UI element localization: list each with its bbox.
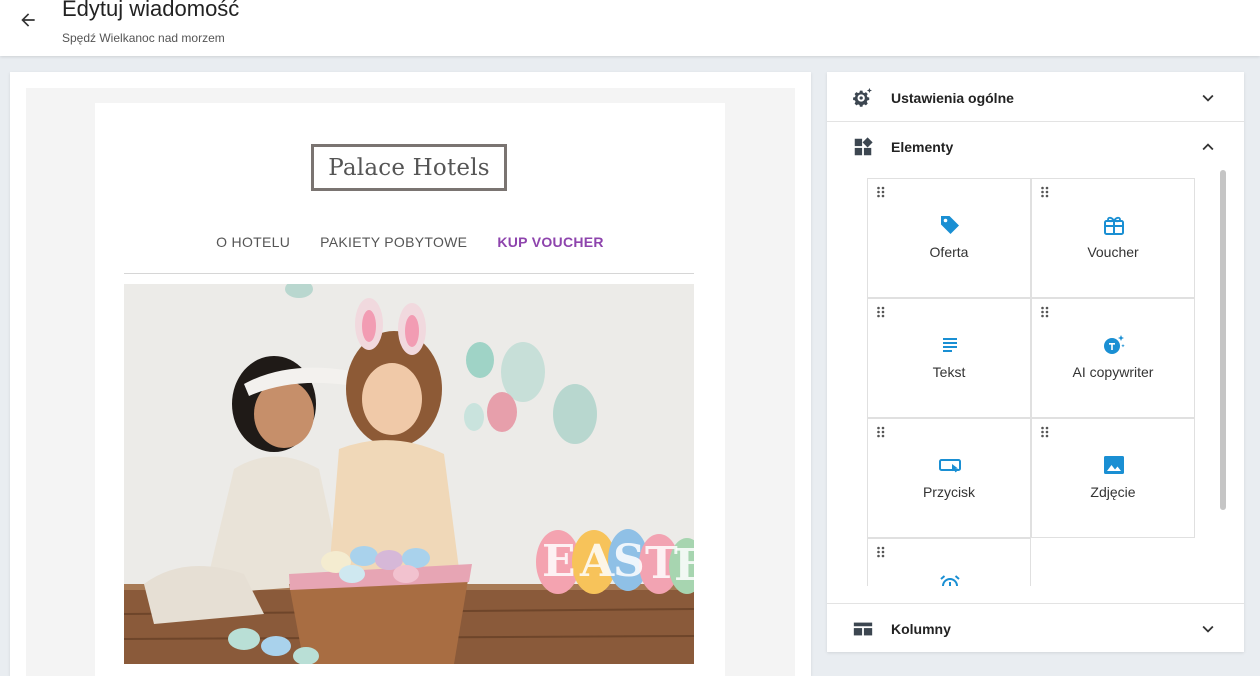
columns-layout-icon — [852, 618, 874, 640]
section-general-settings-label: Ustawienia ogólne — [891, 89, 1014, 106]
chevron-down-icon — [1197, 87, 1219, 109]
element-tile-image[interactable]: Zdjęcie — [1031, 418, 1195, 538]
svg-text:E: E — [542, 536, 576, 587]
drag-handle-icon[interactable] — [876, 185, 886, 198]
drag-handle-icon[interactable] — [1040, 305, 1050, 318]
logo-text: Palace Hotels — [328, 154, 490, 181]
ai-sparkle-icon — [1102, 333, 1126, 357]
element-tile-text[interactable]: Tekst — [867, 298, 1031, 418]
element-tile-voucher[interactable]: Voucher — [1031, 178, 1195, 298]
drag-handle-icon[interactable] — [876, 425, 886, 438]
chevron-up-icon — [1197, 136, 1219, 158]
drag-handle-icon[interactable] — [876, 545, 886, 558]
section-elements[interactable]: Elementy — [827, 122, 1244, 171]
page-subtitle: Spędź Wielkanoc nad morzem — [62, 31, 225, 45]
hotel-logo: Palace Hotels — [311, 144, 507, 191]
element-tile-label: AI copywriter — [1072, 364, 1154, 380]
alarm-clock-icon — [938, 573, 962, 586]
back-arrow-icon[interactable] — [16, 8, 40, 32]
editor-side-panel: Ustawienia ogólne Elementy Oferta Vouche… — [827, 72, 1244, 652]
gear-sparkle-icon — [852, 87, 874, 109]
email-nav: O HOTELU PAKIETY POBYTOWE KUP VOUCHER — [95, 234, 725, 250]
email-nav-kup-voucher[interactable]: KUP VOUCHER — [497, 234, 604, 250]
button-click-icon — [938, 453, 962, 477]
element-tile-ai-copywriter[interactable]: AI copywriter — [1031, 298, 1195, 418]
email-preview-panel: Palace Hotels O HOTELU PAKIETY POBYTOWE … — [10, 72, 811, 676]
preview-canvas: Palace Hotels O HOTELU PAKIETY POBYTOWE … — [26, 88, 795, 676]
email-body[interactable]: Palace Hotels O HOTELU PAKIETY POBYTOWE … — [95, 103, 725, 676]
section-columns[interactable]: Kolumny — [827, 604, 1244, 653]
element-tile-countdown[interactable] — [867, 538, 1031, 586]
hero-image: E A S T E — [124, 284, 694, 664]
section-columns-label: Kolumny — [891, 620, 951, 637]
top-bar: Edytuj wiadomość Spędź Wielkanoc nad mor… — [0, 0, 1260, 56]
tag-icon — [938, 213, 962, 237]
section-elements-label: Elementy — [891, 138, 954, 155]
elements-scrollbar[interactable] — [1220, 170, 1226, 510]
page-title: Edytuj wiadomość — [62, 0, 240, 21]
drag-handle-icon[interactable] — [876, 305, 886, 318]
widgets-icon — [852, 136, 874, 158]
svg-text:S: S — [613, 536, 645, 587]
drag-handle-icon[interactable] — [1040, 425, 1050, 438]
email-divider — [124, 273, 694, 274]
email-nav-pakiety[interactable]: PAKIETY POBYTOWE — [320, 234, 467, 250]
section-general-settings[interactable]: Ustawienia ogólne — [827, 73, 1244, 122]
drag-handle-icon[interactable] — [1040, 185, 1050, 198]
element-tile-label: Przycisk — [922, 484, 976, 500]
element-tile-label: Voucher — [1087, 244, 1139, 260]
elements-grid: Oferta Voucher Tekst AI copywriter Przyc… — [867, 178, 1197, 586]
svg-text:E: E — [674, 540, 694, 591]
element-tile-offer[interactable]: Oferta — [867, 178, 1031, 298]
email-nav-o-hotelu[interactable]: O HOTELU — [216, 234, 290, 250]
gift-icon — [1102, 213, 1126, 237]
element-tile-button[interactable]: Przycisk — [867, 418, 1031, 538]
element-tile-label: Tekst — [932, 364, 966, 380]
svg-text:A: A — [579, 536, 615, 587]
element-tile-label: Oferta — [929, 244, 969, 260]
image-icon — [1102, 453, 1126, 477]
element-tile-label: Zdjęcie — [1090, 484, 1136, 500]
chevron-down-icon — [1197, 618, 1219, 640]
text-lines-icon — [938, 333, 962, 357]
